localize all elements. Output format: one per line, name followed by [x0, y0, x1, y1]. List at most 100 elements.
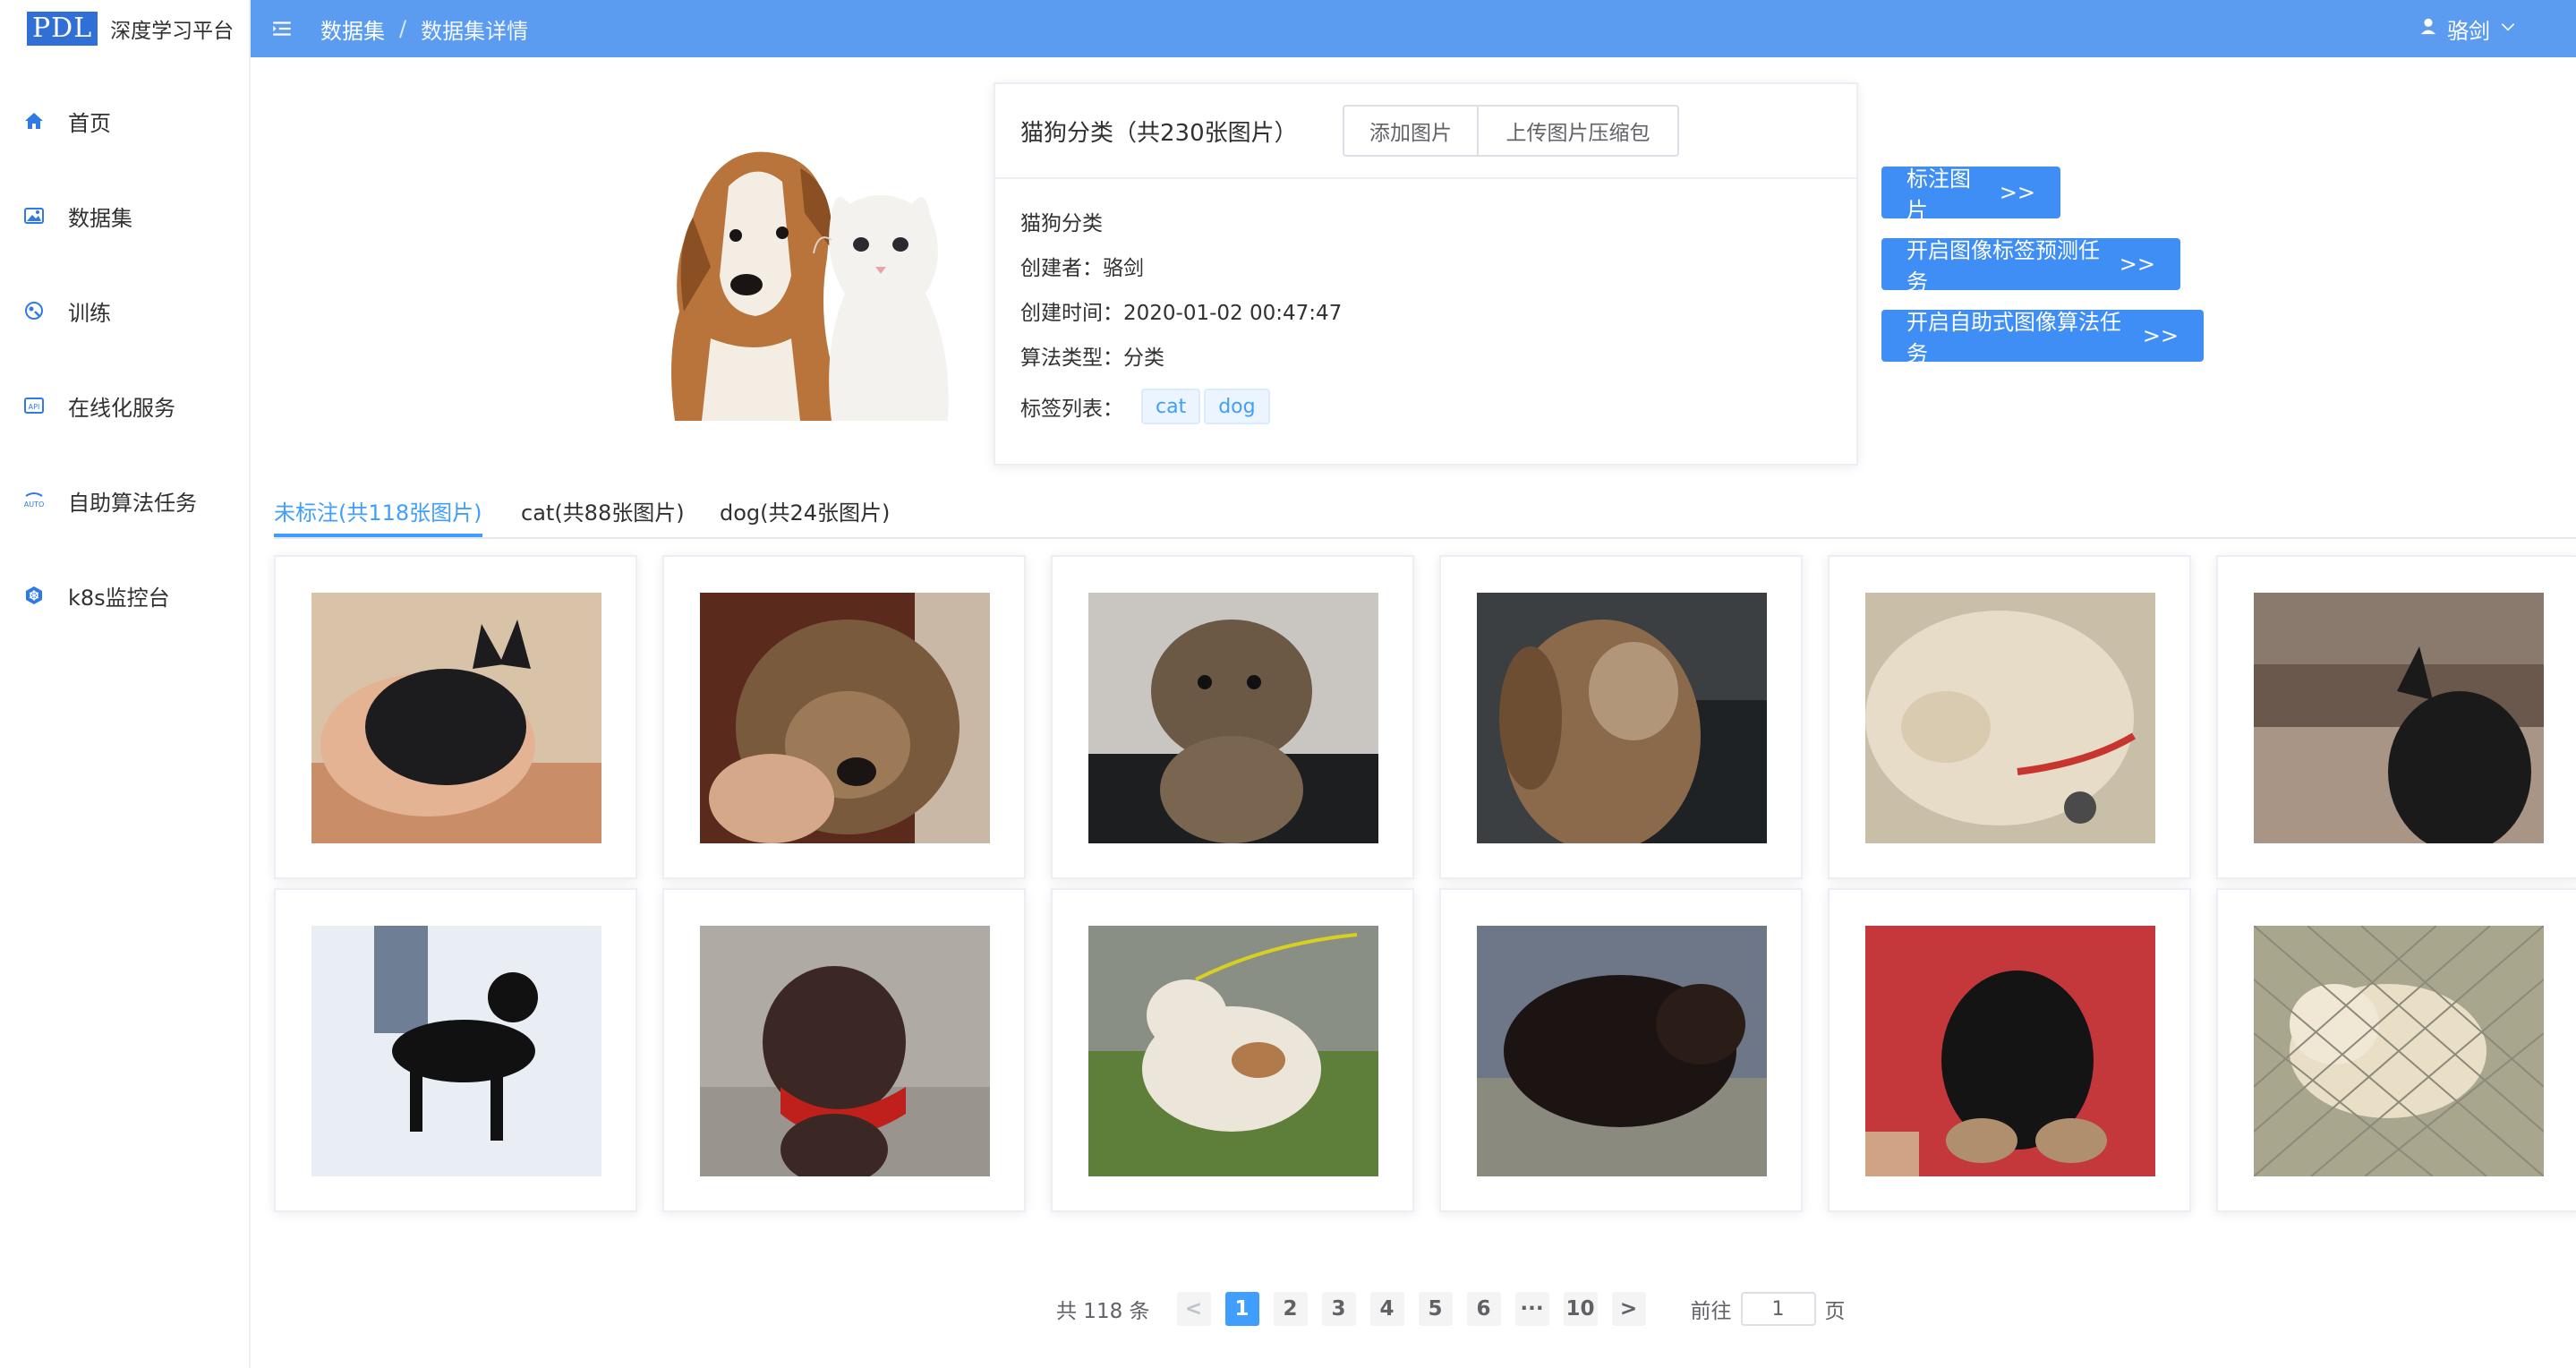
goto-suffix: 页	[1824, 1300, 1846, 1323]
kubernetes-icon	[23, 585, 45, 606]
sidebar-item-datasets[interactable]: 数据集	[0, 168, 249, 263]
image-icon	[23, 205, 45, 227]
dataset-tags-row: 标签列表： cat dog	[1020, 378, 1831, 435]
add-image-button[interactable]: 添加图片	[1343, 105, 1479, 157]
image-card[interactable]	[274, 555, 637, 879]
pagination-jumper: 前往 页	[1691, 1292, 1846, 1326]
sidebar: PDL 深度学习平台 首页 数据集 训练 API 在线化服务 AUTO 自助算法…	[0, 0, 251, 1368]
sidebar-item-training[interactable]: 训练	[0, 263, 249, 358]
chevron-down-icon	[2499, 16, 2517, 41]
dataset-name: 猫狗分类	[1020, 212, 1103, 235]
pagination-page-10[interactable]: 10	[1563, 1292, 1598, 1326]
dataset-photo[interactable]	[1477, 593, 1767, 843]
pagination-page-2[interactable]: 2	[1273, 1292, 1308, 1326]
tag-dog[interactable]: dog	[1204, 389, 1270, 424]
image-card[interactable]	[662, 555, 1026, 879]
brand-logo[interactable]: PDL 深度学习平台	[0, 0, 249, 57]
upload-zip-button[interactable]: 上传图片压缩包	[1479, 105, 1679, 157]
pagination: 共 118 条 < 1 2 3 4 5 6 ··· 10 > 前往 页	[1056, 1291, 1846, 1327]
logo-mark: PDL	[27, 12, 98, 46]
dataset-photo[interactable]	[311, 593, 601, 843]
annotate-images-label: 标注图片	[1906, 167, 1971, 223]
pagination-total: 共 118 条	[1056, 1300, 1150, 1323]
goto-page-input[interactable]	[1740, 1292, 1816, 1326]
menu-collapse-icon[interactable]	[270, 17, 294, 40]
dataset-photo[interactable]	[1865, 593, 2155, 843]
app-root: PDL 深度学习平台 首页 数据集 训练 API 在线化服务 AUTO 自助算法…	[0, 0, 2576, 1368]
api-icon: API	[23, 395, 45, 416]
breadcrumb-separator: /	[399, 16, 407, 41]
sidebar-item-label: 在线化服务	[68, 395, 175, 421]
start-auto-algorithm-button[interactable]: 开启自助式图像算法任务 >>	[1881, 310, 2204, 366]
dataset-photo[interactable]	[1088, 926, 1378, 1176]
pagination-next-button[interactable]: >	[1611, 1292, 1646, 1326]
sidebar-item-home[interactable]: 首页	[0, 73, 249, 168]
dataset-photo[interactable]	[2254, 593, 2544, 843]
dataset-photo[interactable]	[1865, 926, 2155, 1176]
dataset-photo[interactable]	[700, 926, 990, 1176]
dataset-photo[interactable]	[1088, 593, 1378, 843]
dataset-info-card: 猫狗分类（共230张图片） 添加图片 上传图片压缩包 猫狗分类 创建者：骆剑 创…	[994, 82, 1858, 466]
image-card[interactable]	[1439, 888, 1803, 1212]
svg-text:AUTO: AUTO	[24, 500, 45, 509]
double-chevron-right-icon: >>	[1999, 180, 2035, 205]
user-menu[interactable]: 骆剑	[2418, 0, 2517, 57]
dataset-info-header: 猫狗分类（共230张图片） 添加图片 上传图片压缩包	[995, 84, 1856, 179]
tab-unlabeled[interactable]: 未标注(共118张图片)	[274, 491, 482, 537]
pagination-page-6[interactable]: 6	[1466, 1292, 1501, 1326]
auto-task-icon: AUTO	[23, 490, 45, 511]
double-chevron-right-icon: >>	[2142, 323, 2179, 348]
top-header: 数据集 / 数据集详情 骆剑	[251, 0, 2576, 57]
dataset-creator: 创建者：骆剑	[1020, 257, 1144, 280]
sidebar-item-label: k8s监控台	[68, 585, 170, 611]
user-icon	[2418, 16, 2438, 41]
start-label-prediction-button[interactable]: 开启图像标签预测任务 >>	[1881, 238, 2180, 295]
user-name: 骆剑	[2447, 18, 2490, 44]
dataset-created-at: 创建时间：2020-01-02 00:47:47	[1020, 302, 1343, 325]
annotate-images-button[interactable]: 标注图片 >>	[1881, 167, 2060, 223]
sidebar-item-label: 数据集	[68, 205, 132, 231]
sidebar-nav: 首页 数据集 训练 API 在线化服务 AUTO 自助算法任务 k8s监控台	[0, 73, 249, 643]
dataset-algorithm-type: 算法类型：分类	[1020, 346, 1164, 370]
image-card[interactable]	[662, 888, 1026, 1212]
image-card[interactable]	[2216, 888, 2576, 1212]
sidebar-item-online-service[interactable]: API 在线化服务	[0, 358, 249, 453]
image-card[interactable]	[1051, 888, 1414, 1212]
label-tabs: 未标注(共118张图片) cat(共88张图片) dog(共24张图片)	[274, 491, 2576, 539]
sidebar-item-label: 自助算法任务	[68, 490, 197, 516]
image-card[interactable]	[1828, 888, 2191, 1212]
dataset-photo[interactable]	[1477, 926, 1767, 1176]
dataset-photo[interactable]	[311, 926, 601, 1176]
image-card[interactable]	[1828, 555, 2191, 879]
sidebar-item-auto-algorithm[interactable]: AUTO 自助算法任务	[0, 453, 249, 548]
dataset-cover-image	[657, 133, 952, 421]
dataset-photo[interactable]	[2254, 926, 2544, 1176]
sidebar-item-k8s-monitor[interactable]: k8s监控台	[0, 548, 249, 643]
pagination-page-5[interactable]: 5	[1418, 1292, 1453, 1326]
pagination-page-1[interactable]: 1	[1224, 1292, 1259, 1326]
tab-dog[interactable]: dog(共24张图片)	[720, 491, 890, 537]
dataset-title: 猫狗分类（共230张图片）	[1020, 119, 1298, 147]
pagination-page-3[interactable]: 3	[1321, 1292, 1356, 1326]
tag-cat[interactable]: cat	[1141, 389, 1201, 424]
goto-prefix: 前往	[1690, 1300, 1732, 1323]
pagination-page-4[interactable]: 4	[1369, 1292, 1404, 1326]
pagination-ellipsis[interactable]: ···	[1514, 1292, 1549, 1326]
image-card[interactable]	[2216, 555, 2576, 879]
image-card[interactable]	[1439, 555, 1803, 879]
pagination-prev-button[interactable]: <	[1176, 1292, 1211, 1326]
breadcrumb-current: 数据集详情	[421, 18, 529, 44]
training-icon	[23, 300, 45, 321]
start-auto-algorithm-label: 开启自助式图像算法任务	[1906, 310, 2121, 366]
tag-list: cat dog	[1141, 389, 1270, 424]
sidebar-item-label: 首页	[68, 110, 111, 136]
dataset-info-body: 猫狗分类 创建者：骆剑 创建时间：2020-01-02 00:47:47 算法类…	[995, 179, 1856, 455]
image-card[interactable]	[1051, 555, 1414, 879]
image-card[interactable]	[274, 888, 637, 1212]
action-buttons: 标注图片 >> 开启图像标签预测任务 >> 开启自助式图像算法任务 >>	[1881, 167, 2204, 381]
tab-cat[interactable]: cat(共88张图片)	[521, 491, 685, 537]
breadcrumb-datasets[interactable]: 数据集	[320, 13, 385, 45]
svg-text:API: API	[29, 403, 40, 411]
double-chevron-right-icon: >>	[2119, 252, 2155, 277]
dataset-photo[interactable]	[700, 593, 990, 843]
